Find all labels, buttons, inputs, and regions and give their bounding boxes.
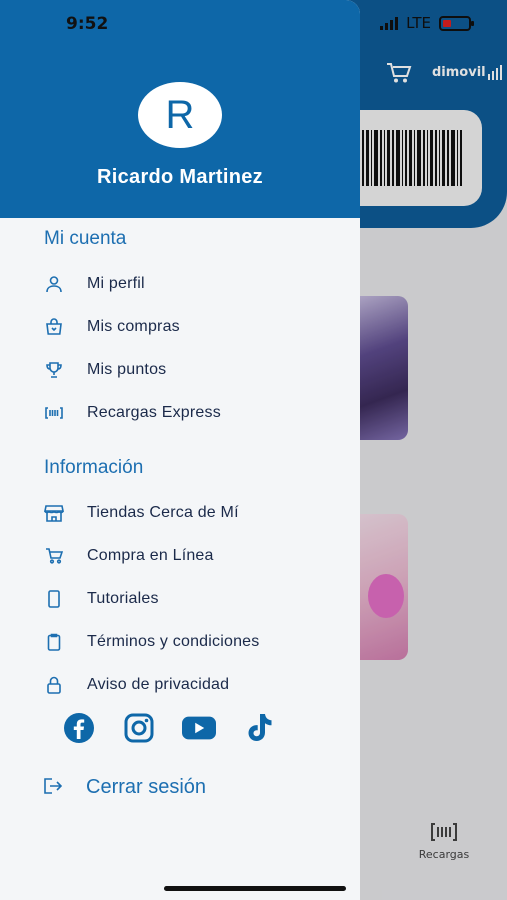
drawer-header: 9:52 R Ricardo Martinez — [0, 0, 360, 218]
menu-item-label: Mis puntos — [87, 361, 167, 378]
menu-item-label: Compra en Línea — [87, 547, 214, 564]
barcode-icon — [44, 403, 64, 423]
menu-item-label: Aviso de privacidad — [87, 676, 230, 693]
shopping-bag-icon — [44, 317, 64, 337]
menu-item-mis-puntos[interactable]: Mis puntos — [44, 354, 344, 386]
lock-icon — [44, 675, 64, 695]
clipboard-icon — [44, 632, 64, 652]
social-links — [62, 712, 276, 744]
menu-item-recargas-express[interactable]: Recargas Express — [44, 397, 344, 429]
phone-icon — [44, 589, 64, 609]
store-icon — [44, 503, 64, 523]
cart-icon — [44, 546, 64, 566]
youtube-icon[interactable] — [182, 712, 216, 744]
avatar[interactable]: R — [138, 82, 222, 148]
menu-item-compra-en-linea[interactable]: Compra en Línea — [44, 540, 344, 572]
home-indicator[interactable] — [164, 886, 346, 891]
menu-item-terminos[interactable]: Términos y condiciones — [44, 626, 344, 658]
menu-item-mis-compras[interactable]: Mis compras — [44, 311, 344, 343]
menu-item-label: Mis compras — [87, 318, 180, 335]
menu-item-label: Mi perfil — [87, 275, 145, 292]
user-name: Ricardo Martinez — [97, 166, 263, 188]
side-drawer: 9:52 R Ricardo Martinez Mi cuenta Mi per… — [0, 0, 360, 900]
trophy-icon — [44, 360, 64, 380]
menu-item-label: Tutoriales — [87, 590, 159, 607]
menu-item-tiendas[interactable]: Tiendas Cerca de Mí — [44, 497, 344, 529]
menu-item-label: Términos y condiciones — [87, 633, 260, 650]
status-time: 9:52 — [66, 14, 109, 34]
section-title-account: Mi cuenta — [44, 228, 127, 249]
menu-item-aviso-privacidad[interactable]: Aviso de privacidad — [44, 669, 344, 701]
logout-icon — [44, 777, 63, 798]
tiktok-icon[interactable] — [242, 712, 276, 744]
menu-item-label: Tiendas Cerca de Mí — [87, 504, 239, 521]
menu-item-mi-perfil[interactable]: Mi perfil — [44, 268, 344, 300]
logout-button[interactable]: Cerrar sesión — [44, 776, 206, 799]
section-title-info: Información — [44, 457, 144, 478]
menu-item-tutoriales[interactable]: Tutoriales — [44, 583, 344, 615]
instagram-icon[interactable] — [122, 712, 156, 744]
facebook-icon[interactable] — [62, 712, 96, 744]
logout-label: Cerrar sesión — [86, 776, 207, 798]
user-icon — [44, 274, 64, 294]
menu-item-label: Recargas Express — [87, 404, 221, 421]
